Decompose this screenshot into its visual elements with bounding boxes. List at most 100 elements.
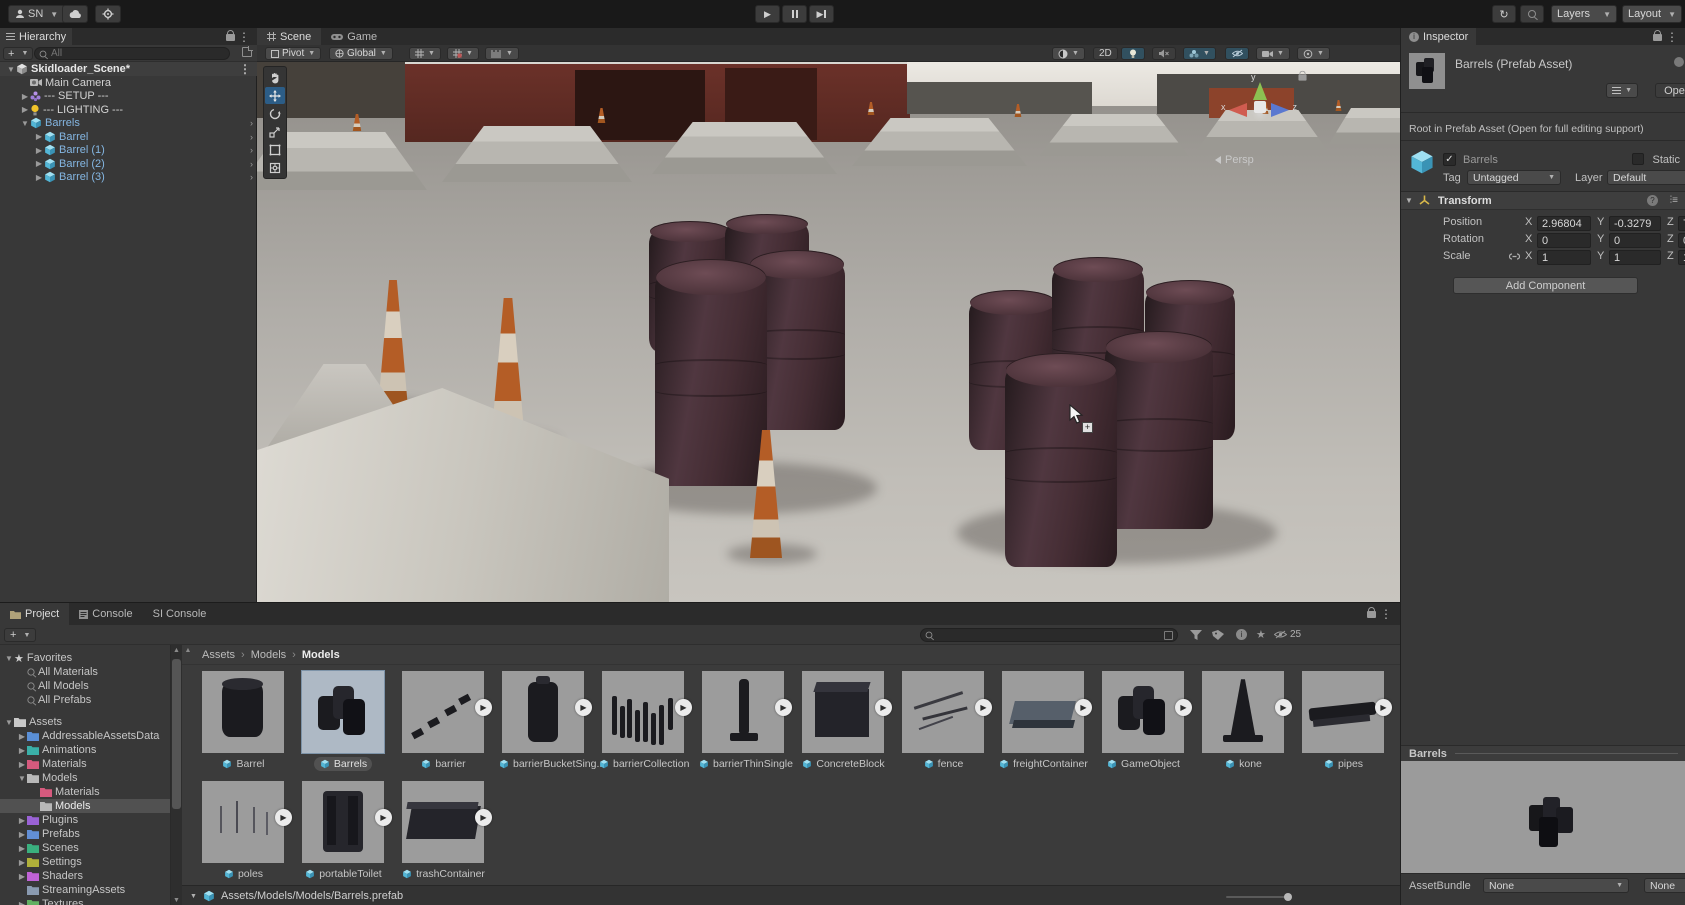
scroll-up-icon[interactable]: ▲ [171, 647, 182, 654]
create-asset-button[interactable]: +▼ [4, 628, 36, 642]
prefab-open-chevron[interactable]: › [250, 159, 253, 169]
hidden-count-eye[interactable]: 25 [1274, 629, 1301, 640]
preview-header[interactable]: Barrels [1401, 745, 1685, 761]
expander-icon[interactable]: ▶ [17, 732, 27, 741]
scrollbar-thumb[interactable] [172, 659, 181, 809]
assetbundle-dropdown[interactable]: None▼ [1483, 878, 1629, 893]
tab-project[interactable]: Project [0, 603, 69, 625]
expander-icon[interactable]: ▶ [17, 830, 27, 839]
effects-dropdown[interactable]: ▼ [1183, 47, 1216, 60]
asset-thumbnail-portabletoilet[interactable]: ▶ [302, 781, 384, 863]
foldout-arrow-icon[interactable]: ▼ [1405, 196, 1413, 205]
asset-label[interactable]: trashContainer [393, 867, 493, 883]
gizmo-lock-icon[interactable] [1298, 74, 1306, 80]
project-tree-item-shaders[interactable]: ▶Shaders [0, 869, 170, 883]
expand-play-icon[interactable]: ▶ [875, 699, 892, 716]
project-tree-item-addressableassetsdata[interactable]: ▶AddressableAssetsData [0, 729, 170, 743]
global-dropdown[interactable]: Global▼ [329, 47, 393, 60]
expander-icon[interactable]: ▼ [4, 718, 14, 727]
scale-link-icon[interactable] [1509, 252, 1520, 261]
expander-icon[interactable]: ▶ [34, 132, 44, 141]
menu-dots-icon[interactable]: ⋮ [239, 62, 251, 76]
project-tree-item-scenes[interactable]: ▶Scenes [0, 841, 170, 855]
expand-play-icon[interactable]: ▶ [1375, 699, 1392, 716]
asset-label[interactable]: barrierCollection [593, 757, 693, 773]
transform-tool-button[interactable] [265, 159, 285, 176]
name-checkbox[interactable]: ✓ [1443, 153, 1456, 166]
gizmo-x-axis[interactable] [1229, 103, 1247, 117]
hand-tool-button[interactable] [265, 69, 285, 86]
expander-icon[interactable]: ▶ [17, 760, 27, 769]
toggle-2d-button[interactable]: 2D [1093, 47, 1118, 60]
camera-settings-dropdown[interactable]: ▼ [1256, 47, 1290, 60]
scene-3d-canvas[interactable]: y x z Persp + [257, 62, 1400, 602]
expander-icon[interactable]: ▼ [6, 65, 16, 74]
expander-icon[interactable]: ▶ [17, 858, 27, 867]
tab-scene[interactable]: Scene [257, 28, 321, 45]
project-tree-item-settings[interactable]: ▶Settings [0, 855, 170, 869]
asset-thumbnail-kone[interactable]: ▶ [1202, 671, 1284, 753]
expand-play-icon[interactable]: ▶ [1075, 699, 1092, 716]
expand-play-icon[interactable]: ▶ [975, 699, 992, 716]
hierarchy-item-main-camera[interactable]: Main Camera [0, 76, 257, 90]
expand-play-icon[interactable]: ▶ [575, 699, 592, 716]
asset-label[interactable]: barrierBucketSing... [493, 757, 593, 773]
asset-thumbnail-barrierthinsingle[interactable]: ▶ [702, 671, 784, 753]
persp-label-row[interactable]: Persp [1215, 154, 1254, 166]
asset-thumbnail-barrierbucketsing-[interactable]: ▶ [502, 671, 584, 753]
asset-label[interactable]: ConcreteBlock [793, 757, 893, 773]
tag-dropdown[interactable]: Untagged▼ [1467, 170, 1561, 185]
project-search[interactable] [920, 628, 1178, 642]
pivot-dropdown[interactable]: Pivot▼ [265, 47, 321, 60]
gizmos-dropdown[interactable]: ▼ [1297, 47, 1330, 60]
scale-tool-button[interactable] [265, 123, 285, 140]
prefab-open-chevron[interactable]: › [250, 172, 253, 182]
asset-thumbnail-freightcontainer[interactable]: ▶ [1002, 671, 1084, 753]
add-component-button[interactable]: Add Component [1453, 277, 1638, 294]
expander-icon[interactable]: ▶ [17, 746, 27, 755]
preset-icon[interactable]: ⫶≡ [1670, 195, 1678, 206]
asset-label[interactable]: barrierThinSingle [693, 757, 793, 773]
asset-thumbnail-barrier[interactable]: ▶ [402, 671, 484, 753]
play-button[interactable]: ▶ [755, 5, 780, 23]
asset-thumbnail-poles[interactable]: ▶ [202, 781, 284, 863]
scale-y-field[interactable]: 1 [1609, 250, 1661, 265]
assetbundle-variant-dropdown[interactable]: None [1644, 878, 1685, 893]
grid-snap-dropdown[interactable]: ▼ [409, 47, 441, 60]
project-tree-item-assets[interactable]: ▼Assets [0, 715, 170, 729]
asset-thumbnail-fence[interactable]: ▶ [902, 671, 984, 753]
scene-lighting-button[interactable] [1121, 47, 1145, 60]
scroll-down-icon[interactable]: ▼ [171, 897, 182, 904]
menu-dots-icon[interactable]: ⋮ [238, 30, 250, 44]
asset-thumbnail-barrel[interactable] [202, 671, 284, 753]
expand-play-icon[interactable]: ▶ [1175, 699, 1192, 716]
expand-play-icon[interactable]: ▶ [275, 809, 292, 826]
pause-button[interactable] [782, 5, 807, 23]
project-tree-item-all-models[interactable]: All Models [0, 679, 170, 693]
asset-preview[interactable] [1401, 761, 1685, 873]
info-icon[interactable]: i [1236, 629, 1247, 640]
scale-x-field[interactable]: 1 [1537, 250, 1591, 265]
expand-play-icon[interactable]: ▶ [675, 699, 692, 716]
asset-thumbnail-gameobject[interactable]: ▶ [1102, 671, 1184, 753]
expand-play-icon[interactable]: ▶ [775, 699, 792, 716]
tab-hierarchy[interactable]: Hierarchy [0, 28, 72, 45]
layer-dropdown[interactable]: Default [1607, 170, 1685, 185]
asset-thumbnail-trashcontainer[interactable]: ▶ [402, 781, 484, 863]
popout-icon[interactable] [242, 47, 252, 57]
undo-history-button[interactable]: ↻ [1492, 5, 1516, 23]
static-checkbox[interactable] [1632, 153, 1644, 165]
expand-play-icon[interactable]: ▶ [475, 699, 492, 716]
position-x-field[interactable]: 2.96804 [1537, 216, 1591, 231]
scroll-up-icon[interactable]: ▲ [184, 647, 192, 654]
project-tree-item-models[interactable]: Models [0, 799, 170, 813]
prefab-open-chevron[interactable]: › [250, 132, 253, 142]
account-button[interactable]: SN ▼ [8, 5, 65, 23]
project-search-input[interactable] [937, 630, 1137, 641]
expand-play-icon[interactable]: ▶ [1275, 699, 1292, 716]
asset-label[interactable]: Barrel [193, 757, 293, 773]
expander-icon[interactable]: ▼ [4, 654, 14, 663]
breadcrumb-assets[interactable]: Assets [202, 649, 235, 661]
hierarchy-item-barrel-2-[interactable]: ▶Barrel (2)› [0, 157, 257, 171]
shading-mode-dropdown[interactable]: ▼ [1052, 47, 1085, 60]
